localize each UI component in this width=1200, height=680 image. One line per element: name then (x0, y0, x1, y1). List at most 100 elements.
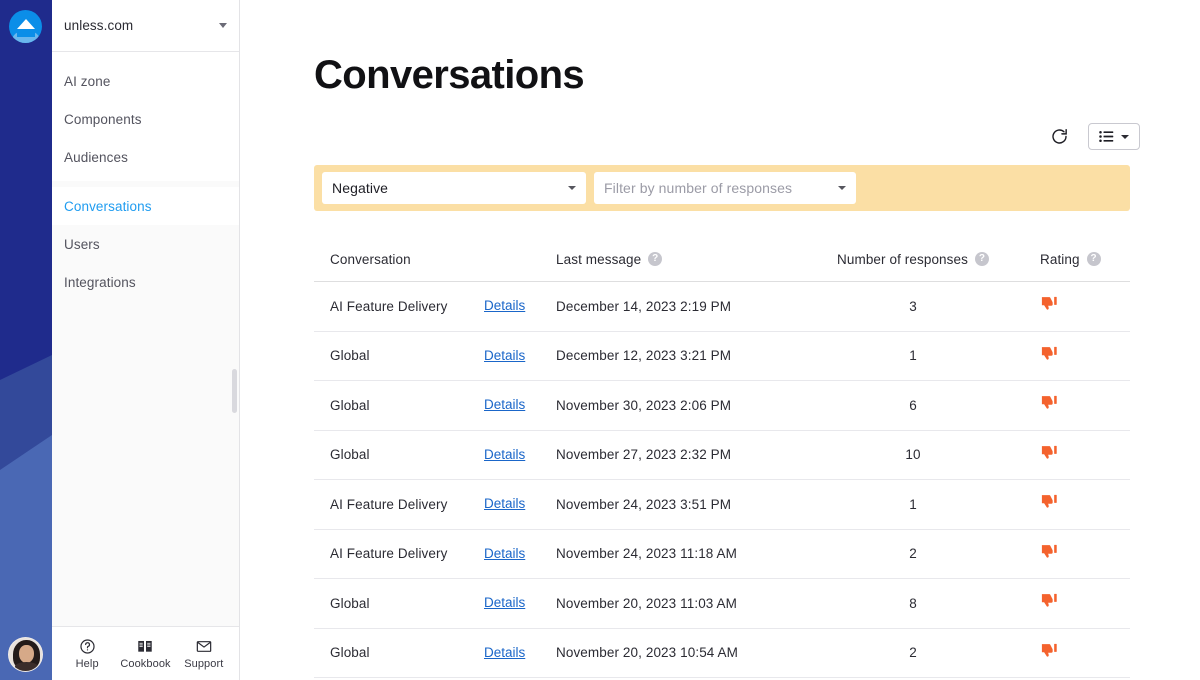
sidebar-item-components[interactable]: Components (52, 100, 239, 138)
responses-filter-select[interactable]: Filter by number of responses (594, 172, 856, 204)
sidebar-item-users[interactable]: Users (52, 225, 239, 263)
thumbs-down-icon[interactable] (1040, 492, 1059, 511)
conversations-table: Conversation Last message ? Number of re… (314, 237, 1130, 678)
cell-conversation: Global (330, 645, 370, 661)
unless-logo-icon[interactable] (9, 10, 42, 43)
view-options-button[interactable] (1088, 123, 1140, 150)
page-title: Conversations (314, 52, 585, 97)
support-button[interactable]: Support (176, 638, 232, 670)
help-button[interactable]: Help (59, 638, 115, 670)
cell-details: Details (484, 644, 556, 662)
details-link[interactable]: Details (484, 496, 525, 511)
cell-number-of-responses: 10 (905, 447, 921, 463)
cell-last-message: November 20, 2023 10:54 AM (556, 645, 738, 661)
sidebar: unless.com AI zone Components Audiences … (52, 0, 240, 680)
rating-filter-select[interactable]: Negative (322, 172, 586, 204)
sidebar-item-label: Components (64, 111, 142, 127)
help-icon[interactable]: ? (974, 252, 989, 266)
avatar-body (15, 662, 38, 671)
cell-rating (1022, 492, 1130, 516)
brand-rail (0, 0, 52, 680)
details-link[interactable]: Details (484, 546, 525, 561)
column-header-conversation: Conversation (314, 252, 484, 267)
workspace-name: unless.com (64, 18, 134, 33)
responses-filter-placeholder: Filter by number of responses (604, 180, 793, 196)
cell-number-of-responses: 2 (909, 645, 917, 661)
table-row[interactable]: AI Feature Delivery Details November 24, 2… (314, 530, 1130, 579)
cell-details: Details (484, 446, 556, 464)
thumbs-down-icon[interactable] (1040, 344, 1059, 363)
refresh-button[interactable] (1046, 124, 1072, 150)
help-icon[interactable]: ? (1086, 252, 1101, 266)
chevron-down-icon (838, 186, 846, 190)
cell-rating (1022, 294, 1130, 318)
book-icon (138, 640, 153, 652)
column-label: Last message (556, 251, 642, 267)
thumbs-down-icon[interactable] (1040, 294, 1059, 313)
column-label: Conversation (330, 251, 411, 267)
table-row[interactable]: AI Feature Delivery Details December 14, 2… (314, 282, 1130, 332)
sidebar-nav-secondary: Conversations Users Integrations (52, 181, 239, 626)
sidebar-item-label: AI zone (64, 73, 111, 89)
cell-details: Details (484, 396, 556, 414)
thumbs-down-icon[interactable] (1040, 641, 1059, 660)
sidebar-item-ai-zone[interactable]: AI zone (52, 62, 239, 100)
cell-rating (1022, 641, 1130, 665)
cell-details: Details (484, 594, 556, 612)
sidebar-item-audiences[interactable]: Audiences (52, 138, 239, 176)
filter-bar: Negative Filter by number of responses (314, 165, 1130, 211)
cookbook-button[interactable]: Cookbook (117, 638, 173, 670)
cell-conversation: Global (330, 595, 370, 611)
cell-last-message: November 24, 2023 11:18 AM (556, 546, 737, 562)
cell-details: Details (484, 297, 556, 315)
details-link[interactable]: Details (484, 298, 525, 313)
details-link[interactable]: Details (484, 348, 525, 363)
thumbs-down-icon[interactable] (1040, 393, 1059, 412)
sidebar-scrollbar-thumb[interactable] (232, 369, 237, 413)
details-link[interactable]: Details (484, 645, 525, 660)
table-header-row: Conversation Last message ? Number of re… (314, 237, 1130, 282)
workspace-selector[interactable]: unless.com (52, 0, 239, 52)
cell-rating (1022, 591, 1130, 615)
table-row[interactable]: AI Feature Delivery Details November 24, 2… (314, 480, 1130, 530)
thumbs-down-icon[interactable] (1040, 443, 1059, 462)
cell-rating (1022, 344, 1130, 368)
avatar[interactable] (8, 637, 43, 672)
cell-number-of-responses: 2 (909, 546, 917, 562)
cell-details: Details (484, 495, 556, 513)
refresh-icon (1051, 128, 1067, 144)
table-row[interactable]: Global Details November 30, 2023 2:06 PM 6 (314, 381, 1130, 431)
cell-last-message: December 12, 2023 3:21 PM (556, 348, 732, 364)
cell-details: Details (484, 545, 556, 563)
cell-number-of-responses: 3 (909, 298, 917, 314)
sidebar-item-conversations[interactable]: Conversations (52, 187, 239, 225)
table-row[interactable]: Global Details December 12, 2023 3:21 PM 1 (314, 332, 1130, 381)
column-header-rating: Rating ? (1022, 252, 1130, 267)
rail-decoration (0, 355, 52, 680)
logo-chevron (16, 19, 35, 29)
cell-number-of-responses: 6 (909, 397, 917, 413)
avatar-face (19, 645, 34, 663)
cell-number-of-responses: 8 (909, 595, 917, 611)
help-icon[interactable]: ? (648, 252, 663, 266)
sidebar-scrollbar-track[interactable] (232, 183, 238, 624)
details-link[interactable]: Details (484, 397, 525, 412)
cell-rating (1022, 443, 1130, 467)
column-label: Rating (1040, 251, 1080, 267)
thumbs-down-icon[interactable] (1040, 591, 1059, 610)
column-label: Number of responses (837, 251, 968, 267)
table-row[interactable]: Global Details November 20, 2023 10:54 AM 2 (314, 629, 1130, 678)
sidebar-nav-primary: AI zone Components Audiences (52, 52, 239, 189)
cell-conversation: Global (330, 447, 370, 463)
sidebar-item-integrations[interactable]: Integrations (52, 263, 239, 301)
details-link[interactable]: Details (484, 595, 525, 610)
help-label: Help (75, 657, 99, 670)
column-header-number-of-responses: Number of responses ? (804, 252, 1022, 267)
details-link[interactable]: Details (484, 447, 525, 462)
table-row[interactable]: Global Details November 20, 2023 11:03 AM 8 (314, 579, 1130, 629)
column-header-last-message: Last message ? (556, 252, 804, 267)
thumbs-down-icon[interactable] (1040, 542, 1059, 561)
table-row[interactable]: Global Details November 27, 2023 2:32 PM 10 (314, 431, 1130, 480)
cell-rating (1022, 542, 1130, 566)
cell-number-of-responses: 1 (909, 496, 917, 512)
